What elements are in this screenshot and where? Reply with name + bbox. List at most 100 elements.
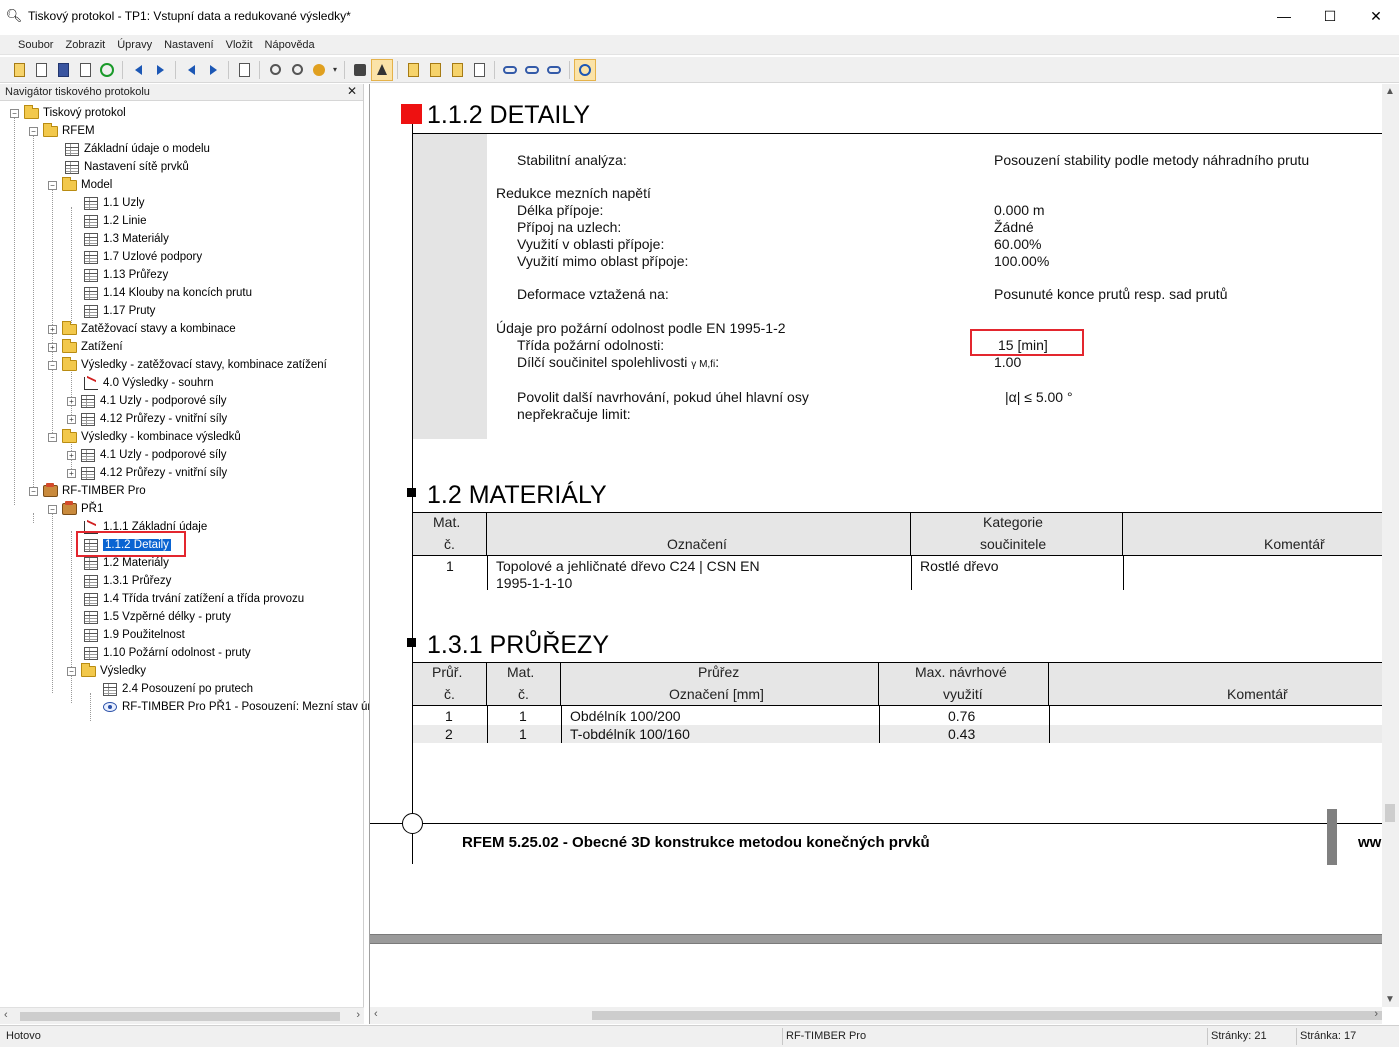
tree-item-prurezy-vnitrni-sily[interactable]: + 4.12 Průřezy - vnitřní síly [67,410,227,428]
export-button[interactable] [543,59,565,81]
autorefresh-button[interactable] [574,58,596,81]
tree-item-model[interactable]: − Model [48,176,112,194]
tree-item-posouzeni-po-prutech[interactable]: 2.4 Posouzení po prutech [103,680,253,698]
tree-item-kv-uzly-podporove-sily[interactable]: + 4.1 Uzly - podporové síly [67,446,227,464]
unlink-button[interactable] [521,59,543,81]
tree-item-vzperne-delky[interactable]: 1.5 Vzpěrné délky - pruty [84,608,231,626]
collapse-toggle[interactable]: − [48,432,57,442]
tree-item-pouzitelnost[interactable]: 1.9 Použitelnost [84,626,185,644]
collapse-toggle[interactable]: − [10,108,19,118]
scroll-left-icon[interactable]: ‹ [374,1008,378,1020]
document-horizontal-scrollbar[interactable]: ‹ › [370,1007,1382,1024]
scroll-right-icon[interactable]: › [356,1009,360,1021]
maximize-button[interactable]: ☐ [1307,0,1353,32]
settings-button[interactable] [308,59,330,81]
tree-item-klouby[interactable]: 1.14 Klouby na koncích prutu [84,284,252,302]
tree-item-timber-prurezy[interactable]: 1.3.1 Průřezy [84,572,171,590]
sections-row2-name: T-obdélník 100/160 [570,726,690,742]
scroll-right-icon[interactable]: › [1374,1008,1378,1020]
expand-toggle[interactable]: + [67,468,76,478]
tree-item-timber-vysledky[interactable]: − Výsledky [67,662,146,680]
menu-napoveda[interactable]: Nápověda [259,39,321,51]
collapse-toggle[interactable]: − [29,126,38,136]
pan-tool-button[interactable] [349,59,371,81]
collapse-toggle[interactable]: − [48,504,57,514]
menu-nastaveni[interactable]: Nastavení [158,39,220,51]
goto-page-button[interactable] [233,59,255,81]
expand-toggle[interactable]: + [67,414,76,424]
scroll-thumb[interactable] [1385,804,1395,822]
tree-item-kv-prurezy-vnitrni-sily[interactable]: + 4.12 Průřezy - vnitřní síly [67,464,227,482]
tree-item-posouzeni-graphic[interactable]: RF-TIMBER Pro PŘ1 - Posouzení: Mezní sta… [103,698,374,716]
zoom-out-button[interactable] [286,59,308,81]
select-tool-button[interactable] [371,58,393,81]
collapse-toggle[interactable]: − [48,180,57,190]
insert-page-button[interactable] [468,59,490,81]
tree-item-tiskovy-protokol[interactable]: − Tiskový protokol [10,104,126,122]
hand-icon [354,63,366,76]
tree-item-pruty[interactable]: 1.17 Pruty [84,302,155,320]
next-page-button[interactable] [149,59,171,81]
tree-item-vysledky-zs[interactable]: − Výsledky - zatěžovací stavy, kombinace… [48,356,327,374]
prev-page-button[interactable] [127,59,149,81]
first-page-button[interactable] [180,59,202,81]
materials-header-mat: Mat. [433,514,461,530]
expand-toggle[interactable]: + [48,324,57,334]
insert-graphic-button[interactable] [402,59,424,81]
tree-item-prurezy[interactable]: 1.13 Průřezy [84,266,168,284]
print-button[interactable] [74,59,96,81]
tree-item-nastaveni-site[interactable]: Nastavení sítě prvků [65,158,189,176]
tree-item-zatizeni[interactable]: + Zatížení [48,338,123,356]
collapse-toggle[interactable]: − [48,360,57,370]
expand-toggle[interactable]: + [48,342,57,352]
scroll-up-icon[interactable]: ▲ [1385,86,1395,97]
insert-table-icon [451,62,463,77]
tree-item-trida-trvani[interactable]: 1.4 Třída trvání zatížení a třída provoz… [84,590,304,608]
scroll-thumb[interactable] [20,1012,340,1021]
collapse-toggle[interactable]: − [29,486,38,496]
menu-zobrazit[interactable]: Zobrazit [59,39,111,51]
navigator-horizontal-scrollbar[interactable]: ‹ › [0,1007,364,1024]
tree-item-vysledky-souhrn[interactable]: 4.0 Výsledky - souhrn [84,374,214,392]
collapse-toggle[interactable]: − [67,666,76,676]
expand-toggle[interactable]: + [67,450,76,460]
tree-item-pozarni-odolnost[interactable]: 1.10 Požární odolnost - pruty [84,644,251,662]
tree-item-materialy[interactable]: 1.3 Materiály [84,230,169,248]
tree-item-uzly-podporove-sily[interactable]: + 4.1 Uzly - podporové síly [67,392,227,410]
refresh-button[interactable] [96,59,118,81]
tree-item-zakladni-udaje-modelu[interactable]: Základní údaje o modelu [65,140,210,158]
zoom-out-icon [291,64,303,75]
last-page-button[interactable] [202,59,224,81]
insert-table-button[interactable] [446,59,468,81]
tree-item-uzly[interactable]: 1.1 Uzly [84,194,145,212]
tree-item-zatezovaci-stavy[interactable]: + Zatěžovací stavy a kombinace [48,320,236,338]
joint-length-label: Délka přípoje: [517,202,604,218]
tree-item-uzlove-podpory[interactable]: 1.7 Uzlové podpory [84,248,202,266]
minimize-button[interactable]: — [1261,0,1307,32]
scroll-thumb[interactable] [592,1011,1382,1020]
menu-vlozit[interactable]: Vložit [220,39,259,51]
tree-item-linie[interactable]: 1.2 Linie [84,212,146,230]
tree-item-rf-timber-pro[interactable]: − RF-TIMBER Pro [29,482,146,500]
document-vertical-scrollbar[interactable]: ▲ ▼ [1382,84,1399,1007]
new-report-button[interactable] [8,59,30,81]
scroll-down-icon[interactable]: ▼ [1385,994,1395,1005]
tree-item-rfem[interactable]: − RFEM [29,122,95,140]
tree-item-vysledky-kombinace[interactable]: − Výsledky - kombinace výsledků [48,428,241,446]
menu-upravy[interactable]: Úpravy [111,39,158,51]
settings-dropdown[interactable]: ▾ [330,59,340,81]
menu-soubor[interactable]: Soubor [12,39,59,51]
navigator-close-button[interactable]: ✕ [347,84,357,98]
link-button[interactable] [499,59,521,81]
zoom-in-button[interactable] [264,59,286,81]
scroll-left-icon[interactable]: ‹ [4,1009,8,1021]
insert-text-button[interactable] [424,59,446,81]
open-button[interactable] [30,59,52,81]
close-button[interactable]: ✕ [1353,0,1399,32]
save-button[interactable] [52,59,74,81]
tree-item-pr1[interactable]: − PŘ1 [48,500,103,518]
eye-icon [103,702,117,712]
stability-value: Posouzení stability podle metody náhradn… [994,152,1310,168]
table-icon [84,628,98,642]
expand-toggle[interactable]: + [67,396,76,406]
